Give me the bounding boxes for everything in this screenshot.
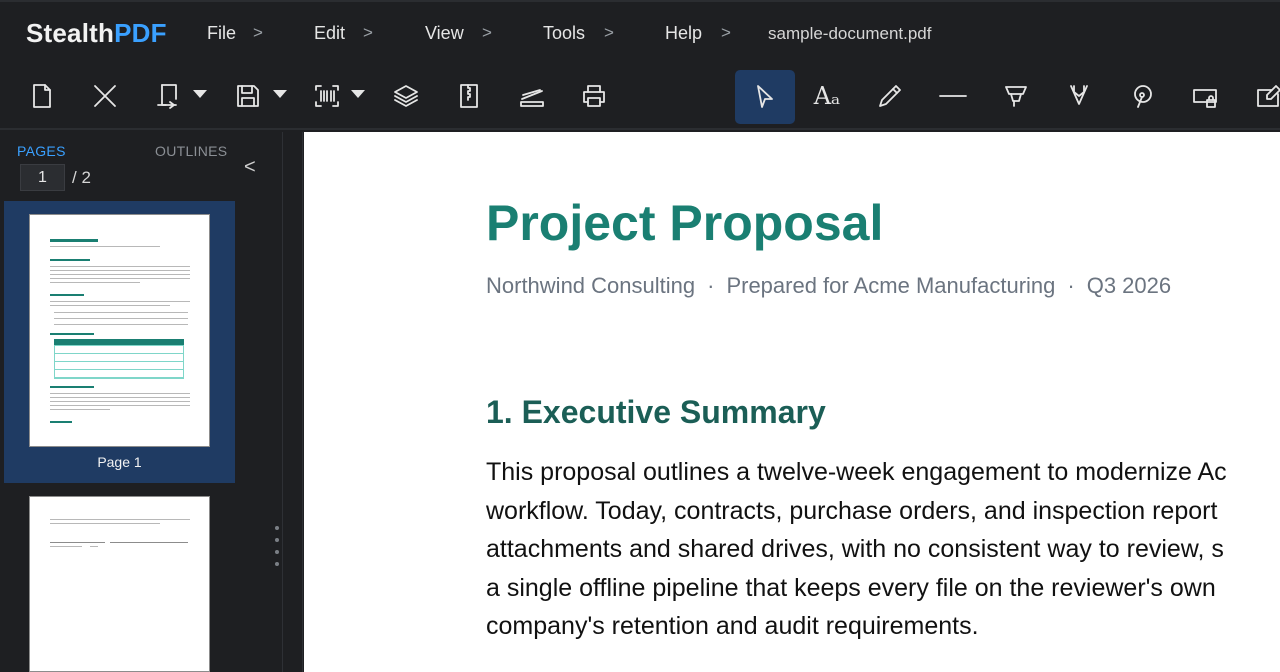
scanner-button[interactable] [512,78,552,114]
line-icon [939,95,967,97]
menu-file-label: File [207,23,237,43]
paragraph-line: workflow. Today, contracts, purchase ord… [486,496,1218,525]
menu-tools[interactable]: Tools > [543,23,614,44]
menu-edit-label: Edit [314,23,346,43]
paragraph-line: company's retention and audit requiremen… [486,612,979,641]
document-filename: sample-document.pdf [768,24,932,43]
sidebar: PAGES OUTLINES < 1 / 2 Page 1 [0,132,270,672]
tab-pages[interactable]: PAGES [17,143,66,159]
paragraph-line: attachments and shared drives, with no c… [486,535,1224,564]
redact-tool-button[interactable] [1185,78,1225,114]
layers-button[interactable] [386,78,426,114]
chevron-right-icon: > [253,23,263,42]
grip-dot [275,550,279,554]
menu-file[interactable]: File > [207,23,263,44]
paragraph-line: This proposal outlines a twelve-week eng… [486,458,1227,486]
page-total: / 2 [72,168,91,187]
document-title: Project Proposal [486,195,884,251]
print-icon [583,85,605,107]
lasso-tool-button[interactable] [1122,78,1162,114]
app-logo: StealthPDF [26,18,167,49]
scan-button[interactable] [307,78,347,114]
scanner-icon [520,89,544,107]
menu-help[interactable]: Help > [665,23,731,44]
document-subtitle: Northwind Consulting · Prepared for Acme M… [486,273,1171,299]
select-cursor-icon [757,85,773,108]
page-thumbnail-1-label: Page 1 [97,454,142,470]
compress-icon [460,84,478,108]
collapse-sidebar-icon[interactable]: < [244,156,256,179]
select-tool-button[interactable] [735,70,795,124]
logo-text-pdf: PDF [114,18,167,48]
grip-dot [275,538,279,542]
page-thumbnail-2[interactable] [29,496,210,672]
scan-icon [315,85,339,107]
subtitle-company: Northwind Consulting [486,273,696,298]
document-canvas[interactable]: Project Proposal Northwind Consulting · Pr… [304,132,1280,672]
menu-help-label: Help [665,23,703,43]
save-icon [237,85,259,107]
line-tool-button[interactable] [933,78,973,114]
chevron-right-icon: > [604,23,614,42]
pencil-icon [879,85,901,107]
close-document-button[interactable] [85,78,125,114]
chevron-right-icon: > [482,23,492,42]
marker-icon [1070,85,1088,105]
layers-icon [394,85,418,107]
subtitle-prepared-for: Prepared for Acme Manufacturing [726,273,1056,298]
export-icon [157,84,177,109]
pencil-tool-button[interactable] [870,78,910,114]
redact-icon [1193,89,1217,108]
lasso-icon [1134,85,1152,108]
chevron-right-icon: > [721,23,731,42]
save-button[interactable] [228,78,268,114]
new-document-button[interactable] [22,78,62,114]
logo-text-stealth: Stealth [26,18,115,48]
scan-dropdown-caret[interactable] [351,90,365,98]
page-thumbnail-1[interactable] [29,214,210,447]
chevron-right-icon: > [363,23,373,42]
menu-view-label: View [425,23,464,43]
sidebar-splitter[interactable] [270,132,304,672]
highlighter-icon [1005,86,1027,107]
menu-edit[interactable]: Edit > [314,23,373,44]
save-dropdown-caret[interactable] [273,90,287,98]
edit-tool-button[interactable] [1248,78,1280,114]
marker-tool-button[interactable] [1059,78,1099,114]
highlighter-tool-button[interactable] [996,78,1036,114]
grip-dot [275,562,279,566]
edit-icon [1257,85,1280,107]
close-icon [94,85,116,107]
menu-bar: StealthPDF File > Edit > View > Tools > … [0,0,1280,64]
text-icon: Aₐ [813,82,841,110]
summary-paragraph: This proposal outlines a twelve-week eng… [486,453,1227,646]
section-heading: 1. Executive Summary [486,394,826,430]
subtitle-quarter: Q3 2026 [1086,273,1172,298]
grip-dot [275,526,279,530]
subtitle-separator: · [1067,273,1075,298]
toolbar: Aₐ [0,64,1280,130]
export-button[interactable] [148,78,188,114]
menu-tools-label: Tools [543,23,586,43]
print-button[interactable] [574,78,614,114]
menu-view[interactable]: View > [425,23,492,44]
export-dropdown-caret[interactable] [193,90,207,98]
paragraph-line: a single offline pipeline that keeps eve… [486,573,1216,602]
compress-button[interactable] [449,78,489,114]
text-tool-button[interactable]: Aₐ [807,78,847,114]
tab-outlines[interactable]: OUTLINES [155,143,227,159]
subtitle-separator: · [707,273,715,298]
page-number-input[interactable]: 1 [20,164,65,191]
new-document-icon [33,84,51,108]
